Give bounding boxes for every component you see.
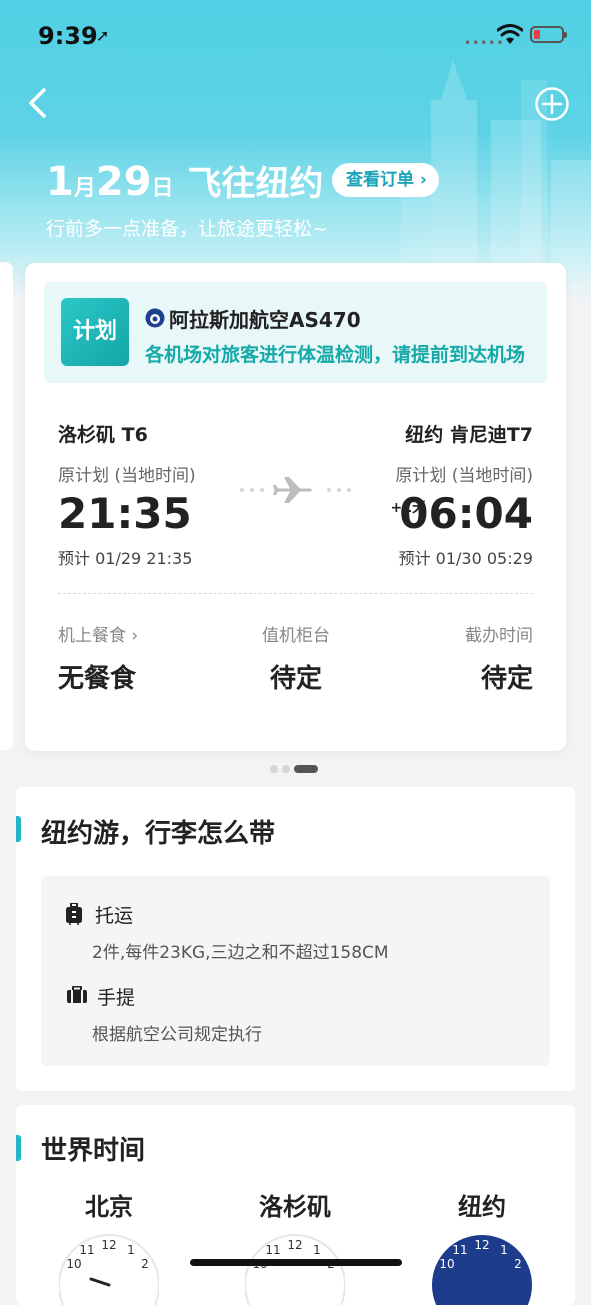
suitcase-icon bbox=[66, 903, 82, 925]
svg-text:12: 12 bbox=[101, 1238, 116, 1252]
meal-info[interactable]: 机上餐食 › 无餐食 bbox=[58, 621, 138, 695]
back-arrow-icon[interactable] bbox=[22, 86, 56, 120]
arrival-estimated: 预计 01/30 05:29 bbox=[398, 549, 533, 568]
pager-dot-active[interactable] bbox=[294, 765, 318, 773]
airline-flight-number: 阿拉斯加航空AS470 bbox=[169, 308, 361, 332]
carousel-pager bbox=[270, 765, 322, 773]
checked-baggage-title: 托运 bbox=[95, 905, 134, 927]
notice-text: 各机场对旅客进行体温检测，请提前到达机场 bbox=[145, 344, 526, 366]
city-beijing: 北京 bbox=[85, 1193, 133, 1221]
arrival-time-label: 原计划 (当地时间) bbox=[395, 466, 533, 486]
checkin-deadline-value: 待定 bbox=[480, 664, 533, 694]
flight-notice: 计划 阿拉斯加航空AS470 各机场对旅客进行体温检测，请提前到达机场 bbox=[44, 282, 547, 383]
airplane-icon bbox=[240, 477, 351, 503]
month-unit: 月 bbox=[73, 176, 96, 201]
svg-text:11: 11 bbox=[452, 1243, 467, 1257]
airline-logo-icon bbox=[145, 308, 165, 328]
checkin-counter-info: 值机柜台 待定 bbox=[256, 621, 336, 695]
wifi-icon bbox=[497, 24, 523, 44]
battery-icon bbox=[530, 26, 567, 43]
luggage-title: 纽约游，行李怎么带 bbox=[41, 819, 276, 849]
world-time-title: 世界时间 bbox=[41, 1136, 146, 1166]
departure-airport: 洛杉矶 T6 bbox=[58, 424, 148, 446]
svg-text:10: 10 bbox=[66, 1257, 81, 1271]
trip-title: 1月29日 飞往纽约 bbox=[46, 156, 324, 205]
luggage-section: 纽约游，行李怎么带 托运 2件,每件23KG,三边之和不超过158CM 手提 根… bbox=[16, 787, 575, 1091]
pager-dot[interactable] bbox=[270, 765, 278, 773]
section-accent-bar bbox=[16, 816, 21, 842]
arrival-time: 06:04 bbox=[399, 489, 533, 538]
day-unit: 日 bbox=[151, 176, 174, 201]
svg-text:2: 2 bbox=[141, 1257, 149, 1271]
city-los-angeles: 洛杉矶 bbox=[259, 1193, 331, 1221]
checked-baggage-desc: 2件,每件23KG,三边之和不超过158CM bbox=[92, 943, 389, 963]
view-order-button[interactable]: 查看订单 › bbox=[332, 163, 439, 197]
carry-on-desc: 根据航空公司规定执行 bbox=[92, 1025, 262, 1045]
svg-text:11: 11 bbox=[265, 1243, 280, 1257]
beijing-clock-icon: 1211 1 10 2 bbox=[59, 1234, 159, 1305]
los-angeles-clock-icon: 12111 102 bbox=[245, 1234, 345, 1305]
trip-destination: 飞往纽约 bbox=[187, 164, 324, 204]
checkin-counter-label: 值机柜台 bbox=[262, 626, 330, 646]
checkin-deadline-label: 截办时间 bbox=[465, 626, 533, 646]
luggage-rules: 托运 2件,每件23KG,三边之和不超过158CM 手提 根据航空公司规定执行 bbox=[41, 876, 550, 1066]
meal-label: 机上餐食 › bbox=[58, 626, 139, 646]
location-arrow-icon: ➚ bbox=[96, 26, 110, 45]
departure-estimated: 预计 01/29 21:35 bbox=[58, 549, 193, 568]
trip-day: 29 bbox=[95, 159, 152, 205]
meal-value: 无餐食 bbox=[58, 664, 137, 694]
dashed-divider bbox=[58, 593, 533, 594]
svg-text:2: 2 bbox=[514, 1257, 522, 1271]
svg-text:1: 1 bbox=[500, 1243, 508, 1257]
new-york-clock-icon: 1211 1 10 2 bbox=[432, 1235, 532, 1305]
briefcase-icon bbox=[67, 986, 87, 1003]
svg-text:10: 10 bbox=[439, 1257, 454, 1271]
status-bar: 9:39 ➚ ••••• bbox=[0, 0, 591, 70]
flight-card[interactable]: 计划 阿拉斯加航空AS470 各机场对旅客进行体温检测，请提前到达机场 洛杉矶 … bbox=[25, 263, 566, 751]
departure-time-label: 原计划 (当地时间) bbox=[58, 466, 196, 486]
arrival-airport: 纽约 肯尼迪T7 bbox=[405, 424, 533, 446]
svg-text:1: 1 bbox=[127, 1243, 135, 1257]
departure-time: 21:35 bbox=[58, 489, 192, 538]
status-time: 9:39 bbox=[38, 22, 98, 50]
status-badge: 计划 bbox=[61, 298, 129, 366]
svg-text:1: 1 bbox=[313, 1243, 321, 1257]
city-new-york: 纽约 bbox=[458, 1193, 506, 1221]
svg-text:12: 12 bbox=[287, 1238, 302, 1252]
add-circle-icon[interactable] bbox=[534, 86, 570, 122]
carry-on-title: 手提 bbox=[97, 987, 136, 1009]
svg-text:12: 12 bbox=[474, 1238, 489, 1252]
trip-subtitle: 行前多一点准备，让旅途更轻松~ bbox=[46, 218, 328, 240]
pager-dot[interactable] bbox=[282, 765, 290, 773]
trip-month: 1 bbox=[46, 159, 74, 205]
svg-text:11: 11 bbox=[79, 1243, 94, 1257]
world-time-section: 世界时间 北京 洛杉矶 纽约 12111 102 12111 102 12111… bbox=[16, 1105, 575, 1305]
checkin-deadline-info: 截办时间 待定 bbox=[465, 621, 533, 695]
section-accent-bar bbox=[16, 1135, 21, 1161]
home-indicator[interactable] bbox=[190, 1259, 402, 1266]
checkin-counter-value: 待定 bbox=[269, 664, 322, 694]
previous-card-peek[interactable] bbox=[0, 262, 13, 750]
